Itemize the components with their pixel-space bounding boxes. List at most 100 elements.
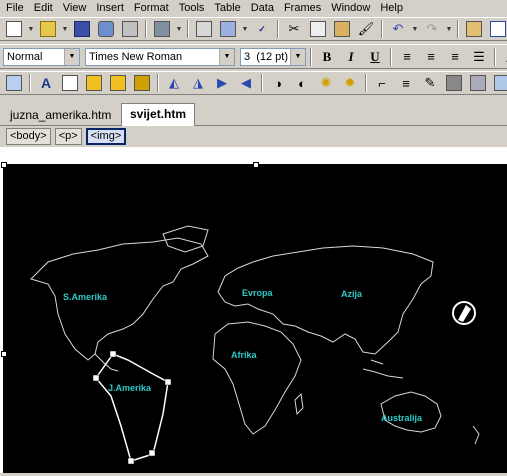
document-tab-bar: juzna_amerika.htm svijet.htm <box>0 98 507 227</box>
redo-dropdown-icon[interactable]: ▼ <box>445 19 453 39</box>
save-icon[interactable] <box>71 19 93 39</box>
chevron-down-icon[interactable]: ▼ <box>219 48 234 65</box>
undo-dropdown-icon[interactable]: ▼ <box>411 19 419 39</box>
menu-data[interactable]: Data <box>246 0 279 17</box>
redo-icon[interactable]: ↷ <box>421 19 443 39</box>
open-folder-icon[interactable] <box>37 19 59 39</box>
quick-tag-selector: <body> <p> <img> <box>0 126 507 147</box>
style-select[interactable]: Normal ▼ <box>3 47 80 66</box>
australia-outline <box>380 391 442 433</box>
less-contrast-icon[interactable]: ◐ <box>291 73 313 93</box>
cut-icon[interactable]: ✂ <box>283 19 305 39</box>
menu-table[interactable]: Table <box>209 0 245 17</box>
new-document-icon[interactable] <box>3 19 25 39</box>
picture-icon[interactable] <box>3 73 25 93</box>
spelling-icon[interactable]: ✓ <box>251 19 273 39</box>
picture-toolbar: A ◭ ◮ ▶ ◀ ◑ ◐ ✺ ✹ ⌐ ≡ ✎ <box>0 71 507 95</box>
hyperlink-globe-icon[interactable] <box>452 301 476 325</box>
auto-thumbnail-icon[interactable] <box>59 73 81 93</box>
label-j-amerika: J.Amerika <box>108 383 152 393</box>
align-center-icon[interactable]: ≡ <box>420 47 442 67</box>
align-left-icon[interactable]: ≡ <box>396 47 418 67</box>
hotspot-handle[interactable] <box>109 350 117 358</box>
hotspot-handle[interactable] <box>164 378 172 386</box>
menu-frames[interactable]: Frames <box>279 0 326 17</box>
madagascar-outline <box>294 392 304 416</box>
print-preview-icon[interactable] <box>119 19 141 39</box>
menu-tools[interactable]: Tools <box>174 0 210 17</box>
image-resize-handle[interactable] <box>253 162 259 168</box>
menu-help[interactable]: Help <box>375 0 408 17</box>
increase-font-icon[interactable]: A <box>500 47 507 67</box>
image-resize-handle[interactable] <box>1 351 7 357</box>
image-resize-handle[interactable] <box>1 162 7 168</box>
line-style-icon[interactable]: ≡ <box>395 73 417 93</box>
tag-img[interactable]: <img> <box>85 128 127 145</box>
set-transparent-color-icon[interactable]: ✎ <box>419 73 441 93</box>
font-value: Times New Roman <box>89 50 183 63</box>
tag-p[interactable]: <p> <box>54 128 82 145</box>
less-brightness-icon[interactable]: ✹ <box>339 73 361 93</box>
justify-icon[interactable]: ☰ <box>468 47 490 67</box>
web-component-icon[interactable] <box>463 19 485 39</box>
align-right-icon[interactable]: ≡ <box>444 47 466 67</box>
style-value: Normal <box>7 50 43 63</box>
south-america-hotspot[interactable] <box>92 350 172 465</box>
chevron-down-icon[interactable]: ▼ <box>64 48 79 65</box>
menu-file[interactable]: File <box>0 0 29 17</box>
world-map-image[interactable]: S.Amerika Evropa Azija Afrika J.Amerika … <box>3 164 507 473</box>
resample-icon[interactable] <box>491 73 507 93</box>
rotate-right-icon[interactable]: ◮ <box>187 73 209 93</box>
menu-insert[interactable]: Insert <box>91 0 129 17</box>
chevron-down-icon[interactable]: ▼ <box>290 48 305 65</box>
new-dropdown-icon[interactable]: ▼ <box>27 19 35 39</box>
tab-juzna-amerika[interactable]: juzna_amerika.htm <box>2 106 119 125</box>
rotate-left-icon[interactable]: ◭ <box>163 73 185 93</box>
north-america-outline <box>30 237 209 361</box>
menu-format[interactable]: Format <box>129 0 174 17</box>
text-icon[interactable]: A <box>35 73 57 93</box>
insert-table-icon[interactable] <box>487 19 507 39</box>
italic-button[interactable]: I <box>340 47 362 67</box>
table-dropdown-icon[interactable]: ▼ <box>175 19 183 39</box>
color-icon[interactable] <box>443 73 465 93</box>
table-icon[interactable] <box>151 19 173 39</box>
more-brightness-icon[interactable]: ✺ <box>315 73 337 93</box>
flip-vertical-icon[interactable]: ◀ <box>235 73 257 93</box>
hotspot-handle[interactable] <box>92 374 100 382</box>
menu-view[interactable]: View <box>58 0 92 17</box>
underline-button[interactable]: U <box>364 47 386 67</box>
label-s-amerika: S.Amerika <box>63 292 108 302</box>
send-backward-icon[interactable] <box>131 73 153 93</box>
bold-button[interactable]: B <box>316 47 338 67</box>
hotspot-handle[interactable] <box>148 449 156 457</box>
preview-dropdown-icon[interactable]: ▼ <box>241 19 249 39</box>
print-icon[interactable] <box>193 19 215 39</box>
format-painter-icon[interactable]: 🖌 <box>355 19 377 39</box>
toolbar-separator <box>365 74 367 92</box>
hotspot-handle[interactable] <box>127 457 135 465</box>
position-absolute-icon[interactable] <box>83 73 105 93</box>
africa-outline <box>212 321 302 435</box>
more-contrast-icon[interactable]: ◑ <box>267 73 289 93</box>
menu-window[interactable]: Window <box>326 0 375 17</box>
bevel-icon[interactable] <box>467 73 489 93</box>
paste-icon[interactable] <box>331 19 353 39</box>
crop-icon[interactable]: ⌐ <box>371 73 393 93</box>
editor-area[interactable]: S.Amerika Evropa Azija Afrika J.Amerika … <box>0 147 507 473</box>
toolbar-separator <box>29 74 31 92</box>
menu-edit[interactable]: Edit <box>29 0 58 17</box>
font-select[interactable]: Times New Roman ▼ <box>85 47 235 66</box>
flip-horizontal-icon[interactable]: ▶ <box>211 73 233 93</box>
preview-icon[interactable] <box>217 19 239 39</box>
tag-body[interactable]: <body> <box>6 128 51 145</box>
toolbar-separator <box>187 20 189 38</box>
open-dropdown-icon[interactable]: ▼ <box>61 19 69 39</box>
undo-icon[interactable]: ↶ <box>387 19 409 39</box>
tab-svijet[interactable]: svijet.htm <box>121 103 196 126</box>
copy-icon[interactable] <box>307 19 329 39</box>
world-map-drawing: S.Amerika Evropa Azija Afrika J.Amerika … <box>30 225 480 465</box>
bring-forward-icon[interactable] <box>107 73 129 93</box>
font-size-select[interactable]: 3 (12 pt) ▼ <box>240 47 306 66</box>
find-icon[interactable] <box>95 19 117 39</box>
